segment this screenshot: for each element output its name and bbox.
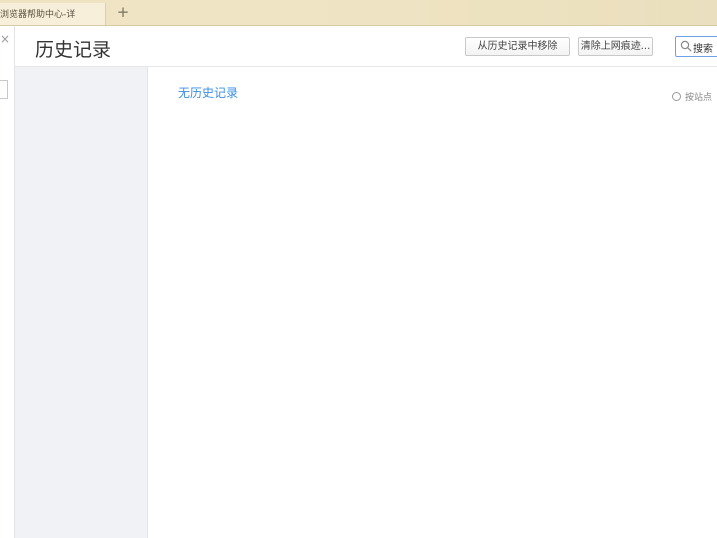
remove-from-history-button[interactable]: 从历史记录中移除: [465, 37, 570, 56]
page-title: 历史记录: [35, 39, 112, 61]
tab-strip: 浏览器帮助中心-详 +: [0, 0, 717, 26]
empty-history-message: 无历史记录: [178, 86, 239, 100]
left-panel-input[interactable]: [0, 80, 8, 99]
search-icon: [680, 40, 692, 52]
left-panel-strip: [0, 26, 15, 538]
tab-title: 浏览器帮助中心-详: [0, 10, 76, 20]
tab-title-fade: [75, 3, 105, 25]
new-tab-button[interactable]: +: [115, 3, 131, 21]
browser-tab[interactable]: 浏览器帮助中心-详: [0, 3, 106, 25]
clear-browsing-traces-button[interactable]: 清除上网痕迹...: [578, 37, 653, 56]
page-header: 历史记录 从历史记录中移除 清除上网痕迹... 搜索: [15, 26, 717, 67]
radio-button[interactable]: [672, 92, 681, 101]
main-content: 无历史记录 按站点: [148, 67, 717, 538]
history-page: 浏览器帮助中心-详 + × 历史记录 从历史记录中移除 清除上网痕迹... 搜索…: [0, 0, 717, 538]
close-icon[interactable]: ×: [0, 33, 10, 45]
sidebar: [15, 67, 148, 538]
sort-by-site-option[interactable]: 按站点: [672, 86, 712, 103]
plus-icon: +: [116, 3, 130, 21]
sort-by-site-label: 按站点: [685, 93, 713, 103]
search-text: 搜索: [693, 44, 713, 55]
search-input[interactable]: 搜索: [675, 36, 717, 57]
